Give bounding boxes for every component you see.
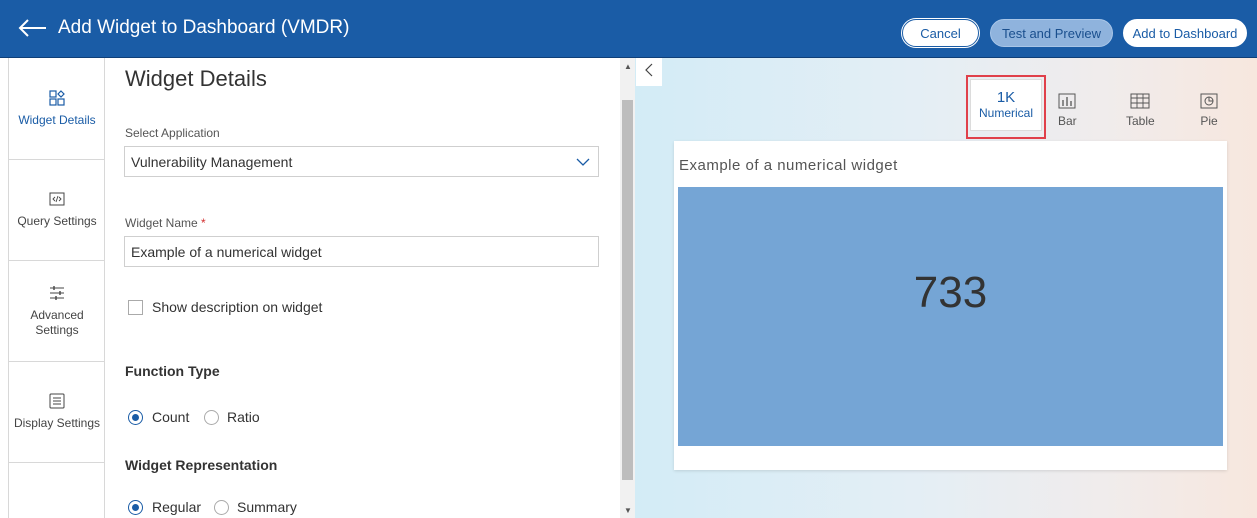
widget-type-bar[interactable]: Bar <box>1058 93 1077 128</box>
test-and-preview-button[interactable]: Test and Preview <box>990 19 1113 47</box>
section-title: Widget Details <box>125 66 267 91</box>
collapse-preview-button[interactable] <box>636 58 662 86</box>
count-radio-label: Count <box>152 409 190 425</box>
display-icon <box>48 392 66 410</box>
application-select[interactable]: Vulnerability Management <box>124 146 599 177</box>
sidebar-item-label: Advanced Settings <box>30 307 84 337</box>
cancel-button[interactable]: Cancel <box>902 19 979 47</box>
show-description-label: Show description on widget <box>152 299 323 315</box>
sidebar-item-display-settings[interactable]: Display Settings <box>9 361 105 463</box>
table-type-label: Table <box>1126 114 1155 128</box>
widget-type-numerical[interactable]: 1K Numerical <box>970 79 1042 131</box>
widget-name-label: Widget Name * <box>125 216 206 230</box>
application-select-value: Vulnerability Management <box>131 154 293 170</box>
widget-name-label-text: Widget Name <box>125 216 198 230</box>
sliders-icon <box>48 284 66 302</box>
summary-radio-label: Summary <box>237 499 297 515</box>
widget-type-pie[interactable]: Pie <box>1200 93 1218 128</box>
widget-preview-title: Example of a numerical widget <box>679 157 898 174</box>
ratio-radio[interactable] <box>204 410 219 425</box>
show-description-checkbox[interactable] <box>128 300 143 315</box>
regular-radio[interactable] <box>128 500 143 515</box>
application-label: Select Application <box>125 126 220 140</box>
function-type-title: Function Type <box>125 363 220 379</box>
widget-name-input[interactable]: Example of a numerical widget <box>124 236 599 267</box>
widget-representation-title: Widget Representation <box>125 457 278 473</box>
ratio-radio-label: Ratio <box>227 409 260 425</box>
code-icon <box>48 190 66 208</box>
pie-chart-icon <box>1200 93 1218 114</box>
scroll-down-arrow-icon[interactable]: ▼ <box>624 506 632 515</box>
sidebar-item-widget-details[interactable]: Widget Details <box>9 58 105 160</box>
bar-type-label: Bar <box>1058 114 1077 128</box>
page-title: Add Widget to Dashboard (VMDR) <box>58 17 350 38</box>
widget-grid-icon <box>48 89 66 107</box>
back-arrow-icon[interactable] <box>16 14 48 42</box>
settings-sidebar: Widget Details Query Settings Advanced S… <box>8 58 105 518</box>
widget-type-table[interactable]: Table <box>1126 93 1155 128</box>
sidebar-item-query-settings[interactable]: Query Settings <box>9 159 105 261</box>
top-header-bar: Add Widget to Dashboard (VMDR) Cancel Te… <box>0 0 1257 58</box>
sidebar-item-label: Query Settings <box>17 214 97 228</box>
sidebar-item-label: Widget Details <box>18 113 96 127</box>
summary-radio[interactable] <box>214 500 229 515</box>
sidebar-item-advanced-settings[interactable]: Advanced Settings <box>9 260 105 362</box>
numerical-type-label: Numerical <box>978 106 1033 120</box>
required-mark: * <box>201 216 206 230</box>
add-to-dashboard-button[interactable]: Add to Dashboard <box>1123 19 1247 47</box>
regular-radio-label: Regular <box>152 499 202 515</box>
numerical-type-big-text: 1K <box>996 89 1016 106</box>
scrollbar-thumb[interactable] <box>622 100 633 480</box>
chevron-down-icon <box>576 154 590 170</box>
widget-preview-value: 733 <box>913 268 988 317</box>
count-radio[interactable] <box>128 410 143 425</box>
bar-chart-icon <box>1058 93 1076 114</box>
sidebar-item-label: Display Settings <box>13 416 101 430</box>
widget-details-form: Widget Details Select Application Vulner… <box>106 58 620 518</box>
scroll-up-arrow-icon[interactable]: ▲ <box>624 62 632 71</box>
table-icon <box>1130 93 1150 114</box>
chevron-left-icon <box>644 63 654 82</box>
pie-type-label: Pie <box>1200 114 1218 128</box>
